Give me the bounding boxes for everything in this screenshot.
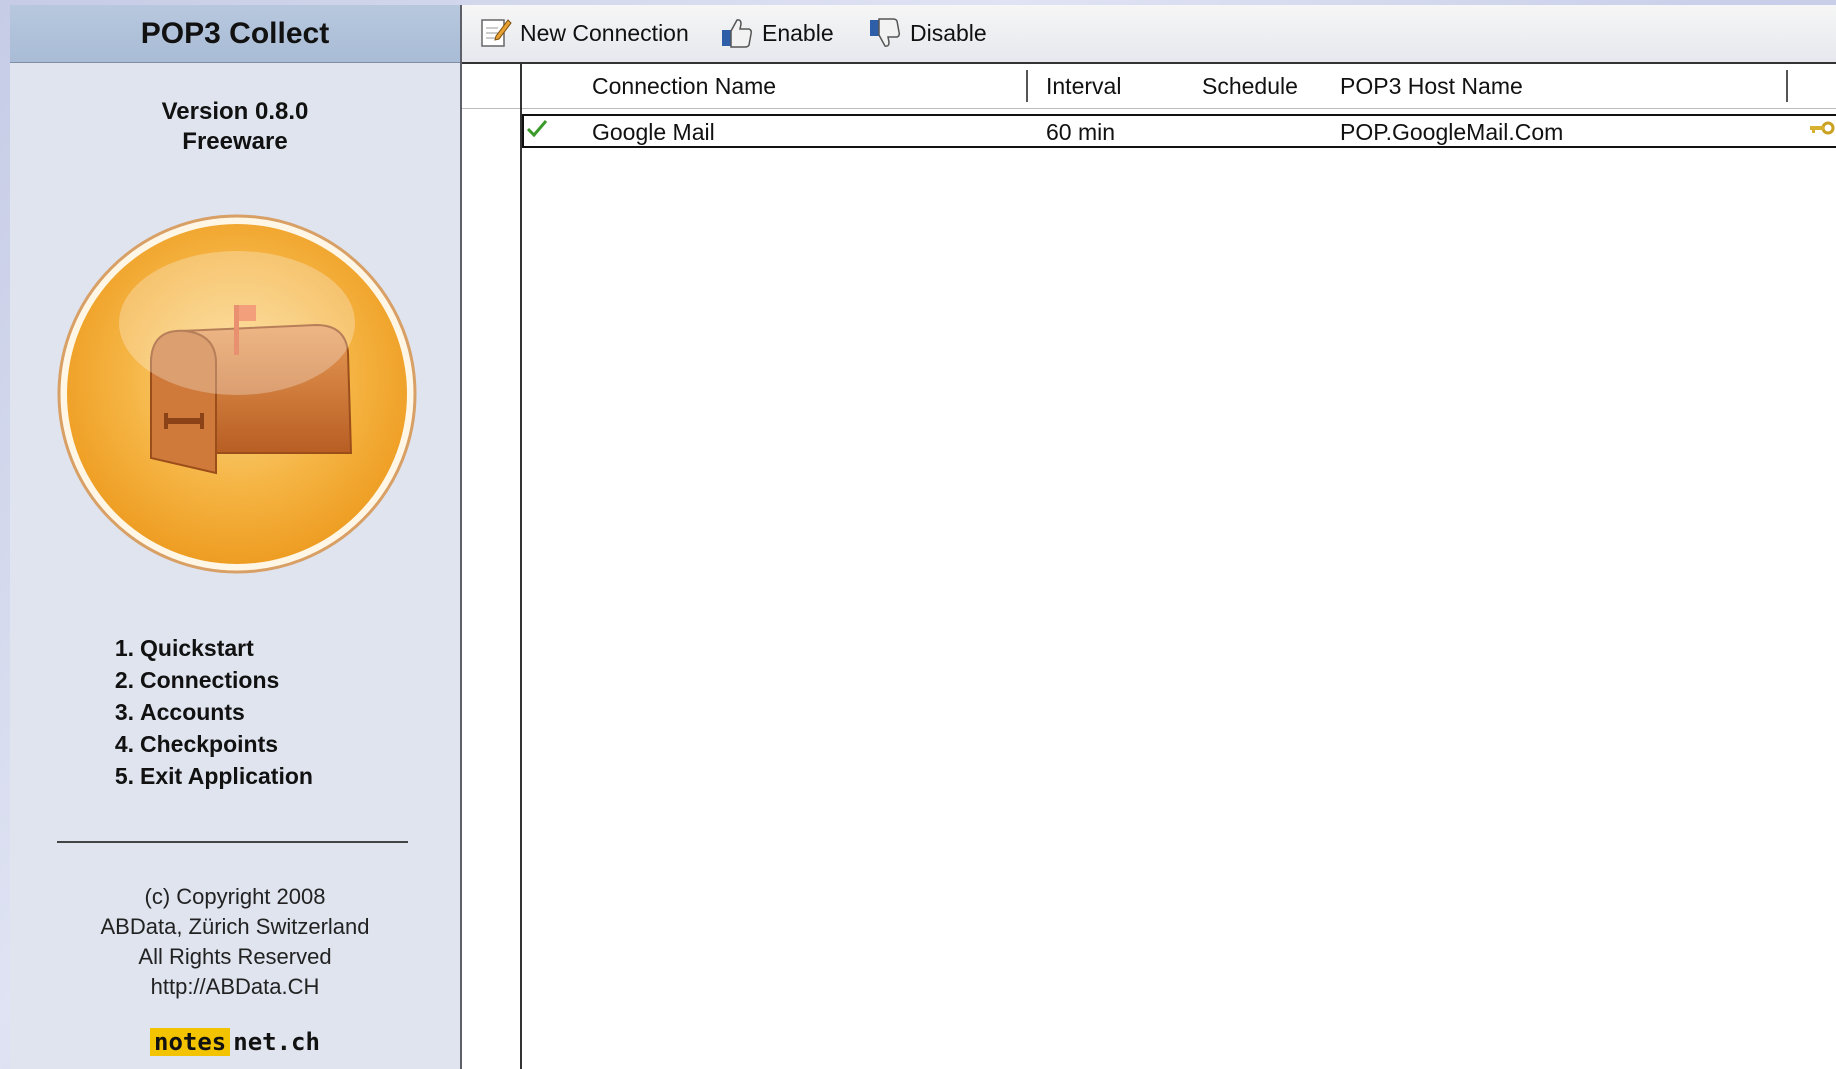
disable-label: Disable	[910, 20, 987, 46]
key-icon	[1810, 121, 1835, 135]
table-row[interactable]: Google Mail 60 min POP.GoogleMail.Com	[522, 114, 1836, 148]
badge-part1: notes	[150, 1028, 231, 1056]
mailbox-icon	[57, 214, 417, 574]
thumbs-up-icon	[722, 19, 752, 48]
row-header-column	[462, 64, 522, 1069]
nav-item-number: 5.	[114, 763, 134, 789]
corner-header	[462, 64, 520, 109]
app-window: POP3 Collect Version 0.8.0 Freeware 1. Q…	[10, 5, 1836, 1069]
column-separator[interactable]	[1026, 70, 1028, 102]
nav-item-label: Accounts	[140, 699, 245, 725]
nav-item-label: Quickstart	[140, 635, 254, 661]
rights-line: All Rights Reserved	[138, 944, 332, 969]
copyright-block: (c) Copyright 2008 ABData, Zürich Switze…	[10, 882, 460, 1002]
main-panel: New Connection Enable Disable Connection…	[462, 5, 1836, 1069]
new-connection-label: New Connection	[520, 20, 689, 46]
nav-item-checkpoints[interactable]: 4. Checkpoints	[102, 728, 313, 760]
nav-item-label: Connections	[140, 667, 280, 693]
company-line: ABData, Zürich Switzerland	[100, 914, 370, 939]
nav-item-connections[interactable]: 2. Connections	[102, 664, 313, 696]
sidebar: POP3 Collect Version 0.8.0 Freeware 1. Q…	[10, 5, 462, 1069]
column-header-schedule[interactable]: Schedule	[1202, 64, 1298, 108]
new-document-icon	[481, 19, 512, 47]
website-link[interactable]: http://ABData.CH	[10, 972, 460, 1002]
nav-item-label: Checkpoints	[140, 731, 279, 757]
sidebar-divider	[57, 841, 408, 843]
nav-item-number: 4.	[114, 731, 134, 757]
connections-grid: Connection Name Interval Schedule POP3 H…	[462, 64, 1836, 1069]
main-nav: 1. Quickstart 2. Connections 3. Accounts 4.…	[102, 632, 313, 792]
cell-connection-name: Google Mail	[592, 119, 715, 145]
enable-label: Enable	[762, 20, 834, 46]
badge-part2: net.ch	[233, 1028, 320, 1056]
column-separator[interactable]	[1786, 70, 1788, 102]
cell-pop3-host: POP.GoogleMail.Com	[1340, 119, 1564, 145]
column-header-connection-name[interactable]: Connection Name	[592, 64, 776, 108]
app-title: POP3 Collect	[10, 5, 460, 63]
nav-item-exit-application[interactable]: 5. Exit Application	[102, 760, 313, 792]
checkmark-icon	[526, 120, 548, 138]
thumbs-down-icon	[870, 18, 900, 47]
nav-item-number: 3.	[114, 699, 134, 725]
nav-item-number: 1.	[114, 635, 134, 661]
cell-interval: 60 min	[1046, 119, 1116, 145]
nav-item-number: 2.	[114, 667, 134, 693]
copyright-line: (c) Copyright 2008	[144, 884, 326, 909]
version-label: Version 0.8.0	[161, 98, 309, 125]
version-info: Version 0.8.0 Freeware	[10, 97, 460, 157]
column-header-pop3-host[interactable]: POP3 Host Name	[1340, 64, 1523, 108]
nav-item-accounts[interactable]: 3. Accounts	[102, 696, 313, 728]
nav-item-label: Exit Application	[140, 763, 313, 789]
column-header-interval[interactable]: Interval	[1046, 64, 1121, 108]
toolbar: New Connection Enable Disable	[462, 5, 1836, 64]
notesnet-badge[interactable]: notes net.ch	[150, 1023, 320, 1061]
nav-item-quickstart[interactable]: 1. Quickstart	[102, 632, 313, 664]
license-label: Freeware	[182, 128, 288, 155]
column-headers: Connection Name Interval Schedule POP3 H…	[522, 64, 1836, 109]
